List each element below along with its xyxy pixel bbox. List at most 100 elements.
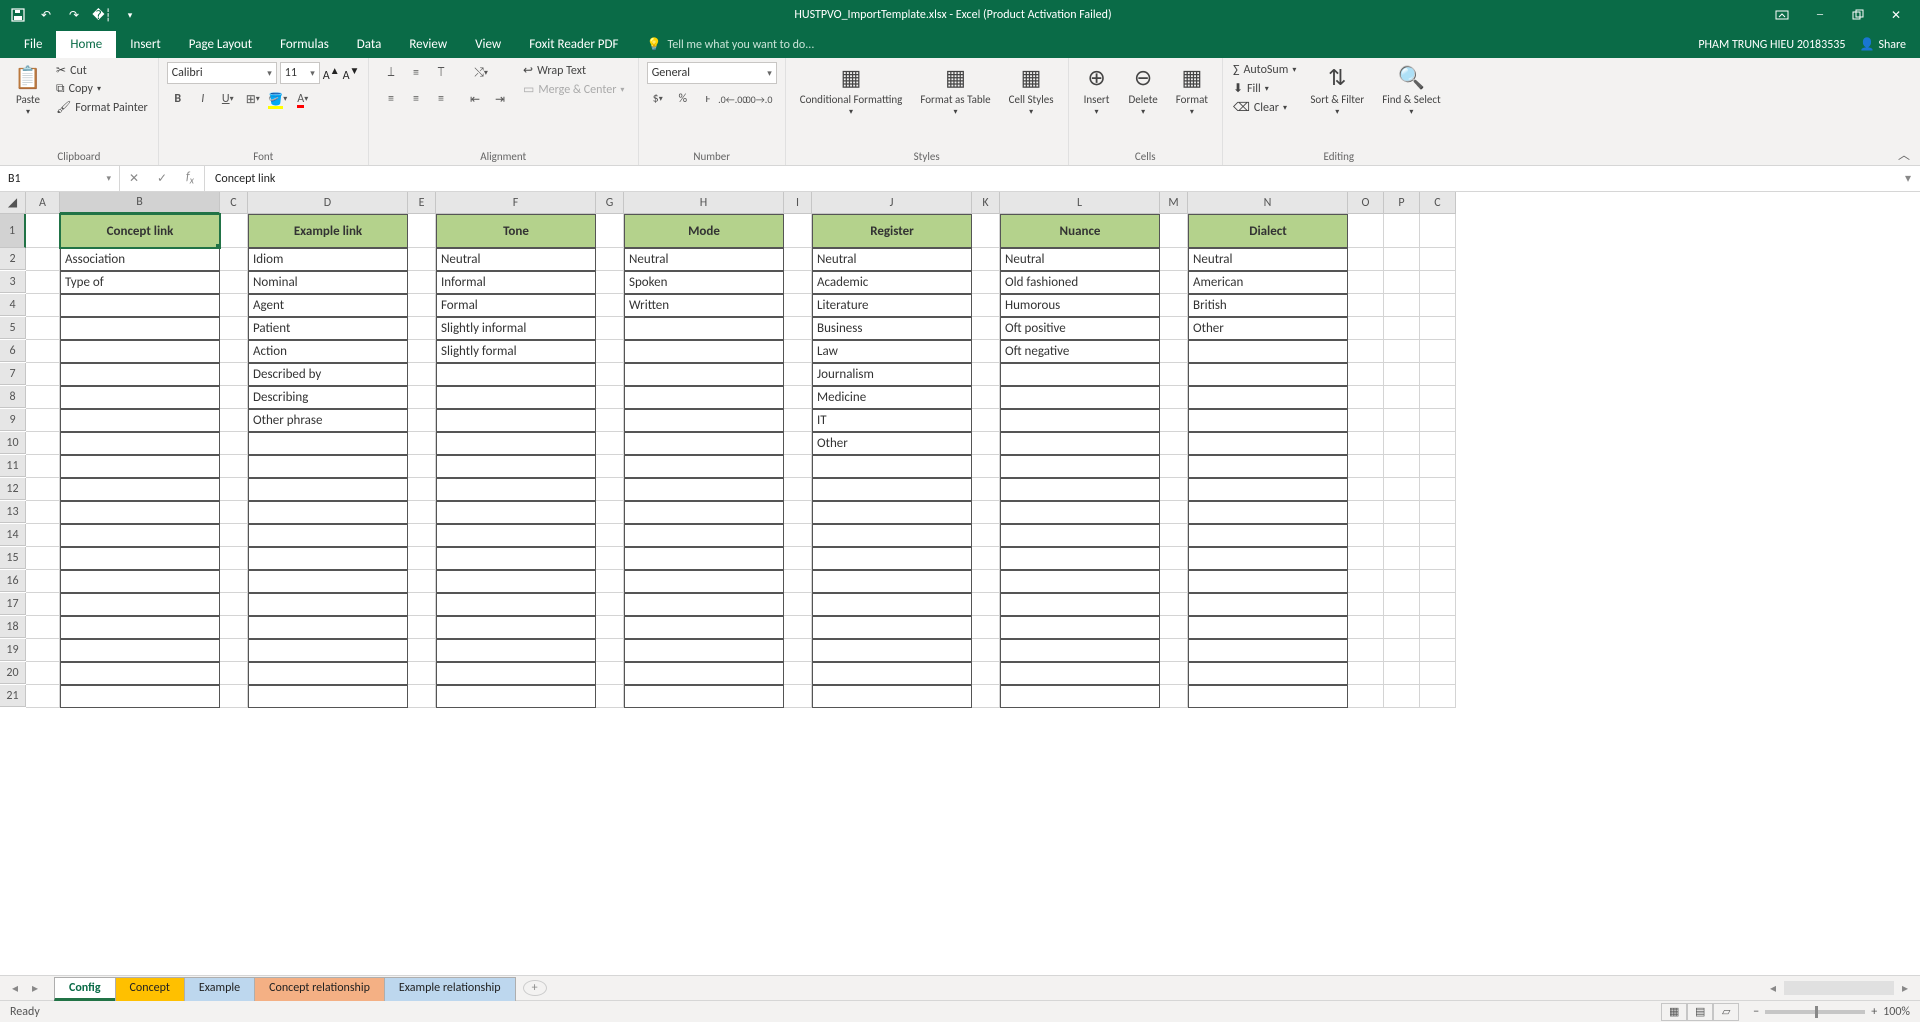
hscroll-right-icon[interactable]: ▸ bbox=[1896, 981, 1914, 996]
sheet-tab-concept[interactable]: Concept bbox=[115, 977, 185, 1001]
cell-M16[interactable] bbox=[1160, 570, 1188, 593]
cell-P13[interactable] bbox=[1384, 501, 1420, 524]
cell-O12[interactable] bbox=[1348, 478, 1384, 501]
cell-N7[interactable] bbox=[1188, 363, 1348, 386]
cell-A7[interactable] bbox=[26, 363, 60, 386]
cell-O8[interactable] bbox=[1348, 386, 1384, 409]
cell-P21[interactable] bbox=[1384, 685, 1420, 708]
expand-formula-bar-icon[interactable]: ▾ bbox=[1896, 171, 1920, 186]
cell-J13[interactable] bbox=[812, 501, 972, 524]
fx-icon[interactable]: fx bbox=[176, 166, 204, 191]
cell-I10[interactable] bbox=[784, 432, 812, 455]
cell-L6[interactable]: Oft negative bbox=[1000, 340, 1160, 363]
cell-N15[interactable] bbox=[1188, 547, 1348, 570]
cell-M1[interactable] bbox=[1160, 214, 1188, 248]
cell-A2[interactable] bbox=[26, 248, 60, 271]
cell-I16[interactable] bbox=[784, 570, 812, 593]
cell-P18[interactable] bbox=[1384, 616, 1420, 639]
cell-F12[interactable] bbox=[436, 478, 596, 501]
cell-L3[interactable]: Old fashioned bbox=[1000, 271, 1160, 294]
cell-C13[interactable] bbox=[1420, 501, 1456, 524]
cell-D9[interactable]: Other phrase bbox=[248, 409, 408, 432]
cell-B20[interactable] bbox=[60, 662, 220, 685]
cell-I21[interactable] bbox=[784, 685, 812, 708]
cell-D5[interactable]: Patient bbox=[248, 317, 408, 340]
cell-F20[interactable] bbox=[436, 662, 596, 685]
cell-D12[interactable] bbox=[248, 478, 408, 501]
row-header-14[interactable]: 14 bbox=[0, 524, 26, 546]
row-header-19[interactable]: 19 bbox=[0, 639, 26, 661]
cell-N9[interactable] bbox=[1188, 409, 1348, 432]
cell-P3[interactable] bbox=[1384, 271, 1420, 294]
col-header-C[interactable]: C bbox=[220, 192, 248, 214]
cell-K12[interactable] bbox=[972, 478, 1000, 501]
cell-E8[interactable] bbox=[408, 386, 436, 409]
cell-N2[interactable]: Neutral bbox=[1188, 248, 1348, 271]
cell-P7[interactable] bbox=[1384, 363, 1420, 386]
cell-B13[interactable] bbox=[60, 501, 220, 524]
page-break-view-icon[interactable]: ▱ bbox=[1713, 1003, 1739, 1021]
cell-G11[interactable] bbox=[596, 455, 624, 478]
row-header-17[interactable]: 17 bbox=[0, 593, 26, 615]
cell-N20[interactable] bbox=[1188, 662, 1348, 685]
cell-O13[interactable] bbox=[1348, 501, 1384, 524]
touch-mode-icon[interactable]: �┆ bbox=[90, 4, 114, 26]
cell-G8[interactable] bbox=[596, 386, 624, 409]
cell-H17[interactable] bbox=[624, 593, 784, 616]
cell-J10[interactable]: Other bbox=[812, 432, 972, 455]
cell-B16[interactable] bbox=[60, 570, 220, 593]
cell-K13[interactable] bbox=[972, 501, 1000, 524]
align-middle-icon[interactable]: ≡ bbox=[405, 62, 427, 84]
cell-O20[interactable] bbox=[1348, 662, 1384, 685]
cell-F10[interactable] bbox=[436, 432, 596, 455]
col-header-I[interactable]: I bbox=[784, 192, 812, 214]
cell-D14[interactable] bbox=[248, 524, 408, 547]
cell-E15[interactable] bbox=[408, 547, 436, 570]
cell-J18[interactable] bbox=[812, 616, 972, 639]
cell-B18[interactable] bbox=[60, 616, 220, 639]
cell-K4[interactable] bbox=[972, 294, 1000, 317]
cell-C6[interactable] bbox=[220, 340, 248, 363]
merge-center-button[interactable]: ▭Merge & Center ▾ bbox=[521, 81, 626, 98]
spreadsheet-grid[interactable]: ◢ABCDEFGHIJKLMNOPC1Concept linkExample l… bbox=[0, 192, 1920, 708]
cell-B11[interactable] bbox=[60, 455, 220, 478]
cell-H19[interactable] bbox=[624, 639, 784, 662]
align-center-icon[interactable]: ≡ bbox=[405, 88, 427, 110]
col-header-D[interactable]: D bbox=[248, 192, 408, 214]
cell-B6[interactable] bbox=[60, 340, 220, 363]
cell-A9[interactable] bbox=[26, 409, 60, 432]
sheet-tab-example[interactable]: Example bbox=[184, 977, 255, 1001]
decrease-decimal-button[interactable]: .00→.0 bbox=[747, 88, 769, 110]
cell-I4[interactable] bbox=[784, 294, 812, 317]
cell-A17[interactable] bbox=[26, 593, 60, 616]
cancel-formula-icon[interactable]: ✕ bbox=[120, 166, 148, 191]
cell-M10[interactable] bbox=[1160, 432, 1188, 455]
cell-B15[interactable] bbox=[60, 547, 220, 570]
cell-M3[interactable] bbox=[1160, 271, 1188, 294]
cell-G18[interactable] bbox=[596, 616, 624, 639]
col-header-P[interactable]: P bbox=[1384, 192, 1420, 214]
cell-E19[interactable] bbox=[408, 639, 436, 662]
cell-N16[interactable] bbox=[1188, 570, 1348, 593]
cell-N19[interactable] bbox=[1188, 639, 1348, 662]
autosum-button[interactable]: ∑AutoSum ▾ bbox=[1231, 62, 1298, 78]
cell-O4[interactable] bbox=[1348, 294, 1384, 317]
decrease-font-icon[interactable]: A▼ bbox=[343, 64, 360, 83]
cell-H11[interactable] bbox=[624, 455, 784, 478]
cell-O21[interactable] bbox=[1348, 685, 1384, 708]
cell-J19[interactable] bbox=[812, 639, 972, 662]
row-header-3[interactable]: 3 bbox=[0, 271, 26, 293]
row-header-13[interactable]: 13 bbox=[0, 501, 26, 523]
cell-K21[interactable] bbox=[972, 685, 1000, 708]
col-header-N[interactable]: N bbox=[1188, 192, 1348, 214]
cell-N12[interactable] bbox=[1188, 478, 1348, 501]
italic-button[interactable]: I bbox=[192, 88, 214, 110]
copy-button[interactable]: ⧉Copy ▾ bbox=[54, 81, 150, 97]
cell-P19[interactable] bbox=[1384, 639, 1420, 662]
cell-J17[interactable] bbox=[812, 593, 972, 616]
cell-O1[interactable] bbox=[1348, 214, 1384, 248]
hscroll-track[interactable] bbox=[1784, 981, 1894, 995]
cell-E5[interactable] bbox=[408, 317, 436, 340]
cell-styles-button[interactable]: ▦Cell Styles▾ bbox=[1003, 62, 1060, 119]
cell-H18[interactable] bbox=[624, 616, 784, 639]
